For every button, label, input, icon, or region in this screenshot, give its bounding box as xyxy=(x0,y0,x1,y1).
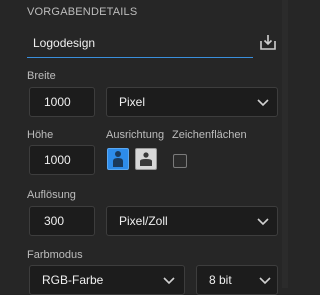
bit-depth-select[interactable]: 8 bit xyxy=(196,265,278,295)
width-unit-select[interactable]: Pixel xyxy=(106,87,278,117)
height-label: Höhe xyxy=(27,129,54,141)
chevron-down-icon xyxy=(259,277,271,285)
landscape-orientation-button[interactable] xyxy=(135,148,157,170)
color-mode-label: Farbmodus xyxy=(27,249,83,261)
chevron-down-icon xyxy=(257,218,269,226)
save-preset-icon[interactable] xyxy=(258,32,278,52)
orientation-label: Ausrichtung xyxy=(106,129,165,141)
section-title: VORGABENDETAILS xyxy=(27,6,138,18)
width-input[interactable]: 1000 xyxy=(29,87,95,117)
portrait-icon xyxy=(113,151,123,167)
resolution-input[interactable]: 300 xyxy=(29,206,95,236)
width-label: Breite xyxy=(27,70,56,82)
height-value: 1000 xyxy=(44,153,71,167)
width-value: 1000 xyxy=(44,95,71,109)
artboards-label: Zeichenflächen xyxy=(172,129,247,141)
width-unit-value: Pixel xyxy=(119,95,146,109)
bit-depth-value: 8 bit xyxy=(209,273,232,287)
color-mode-value: RGB-Farbe xyxy=(42,273,104,287)
document-name-input[interactable]: Logodesign xyxy=(27,30,253,58)
resolution-value: 300 xyxy=(44,214,65,228)
resolution-label: Auflösung xyxy=(27,189,76,201)
resolution-unit-select[interactable]: Pixel/Zoll xyxy=(106,206,278,236)
portrait-orientation-button[interactable] xyxy=(107,148,129,170)
chevron-down-icon xyxy=(163,277,175,285)
height-input[interactable]: 1000 xyxy=(29,145,95,175)
document-name-value: Logodesign xyxy=(33,36,96,50)
resolution-unit-value: Pixel/Zoll xyxy=(119,214,168,228)
color-mode-select[interactable]: RGB-Farbe xyxy=(29,265,185,295)
artboards-checkbox[interactable] xyxy=(173,154,187,168)
landscape-icon xyxy=(140,152,152,166)
chevron-down-icon xyxy=(257,99,269,107)
panel-scrollbar[interactable] xyxy=(282,0,288,288)
